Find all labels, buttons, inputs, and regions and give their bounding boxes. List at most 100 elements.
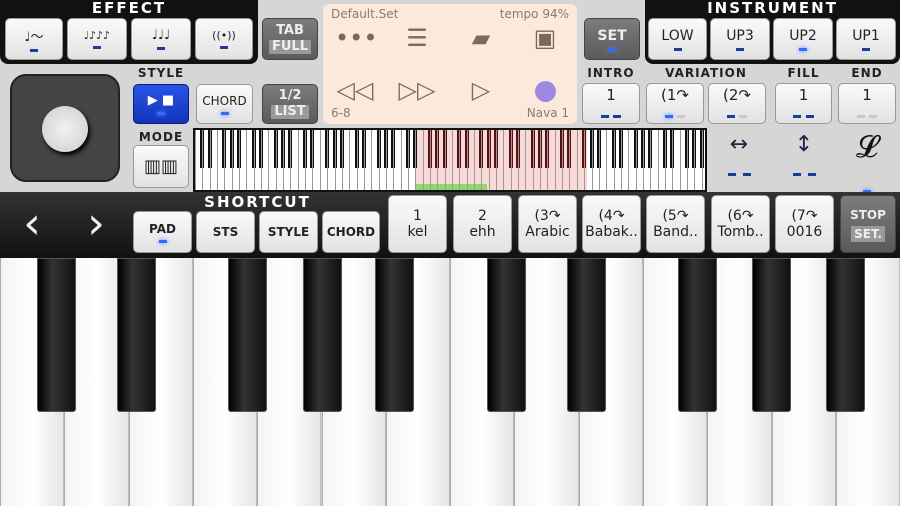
vibrato-icon: ((•)) bbox=[212, 29, 236, 42]
mini-white-key bbox=[209, 130, 211, 190]
end-button[interactable]: 1 bbox=[838, 83, 896, 124]
rewind-icon[interactable]: ◁◁ bbox=[335, 76, 375, 104]
black-key[interactable] bbox=[303, 258, 342, 412]
set-name: Default.Set bbox=[331, 7, 399, 21]
set-button[interactable]: SET bbox=[584, 18, 640, 60]
half-label: 1/2 bbox=[278, 88, 302, 103]
mini-white-key bbox=[488, 130, 490, 190]
mini-white-key bbox=[635, 130, 637, 190]
style-pad-4[interactable]: (4↷ Babak.. bbox=[582, 195, 641, 253]
next-arrow-icon[interactable]: › bbox=[76, 196, 116, 252]
mini-white-key bbox=[305, 130, 307, 190]
pad-name: Arabic bbox=[525, 224, 570, 240]
style-pad-6[interactable]: (6↷ Tomb.. bbox=[711, 195, 770, 253]
mini-white-key bbox=[268, 130, 270, 190]
folder-icon[interactable]: ▰ bbox=[461, 24, 501, 52]
pad-number: (5↷ bbox=[662, 208, 689, 224]
mini-white-key bbox=[701, 130, 703, 190]
instrument-title: INSTRUMENT bbox=[707, 0, 838, 17]
shortcut-sts-button[interactable]: STS bbox=[196, 211, 255, 253]
intro-button[interactable]: 1 bbox=[582, 83, 640, 124]
style-pad-2[interactable]: 2 ehh bbox=[453, 195, 512, 253]
variation-1-value: (1↷ bbox=[661, 85, 689, 104]
shortcut-style-button[interactable]: STYLE bbox=[259, 211, 318, 253]
mini-white-key bbox=[620, 130, 622, 190]
record-icon[interactable] bbox=[535, 81, 556, 102]
instrument-up3-button[interactable]: UP3 bbox=[710, 18, 770, 60]
mini-white-key bbox=[576, 130, 578, 190]
shortcut-title: SHORTCUT bbox=[204, 193, 311, 211]
mini-white-key bbox=[400, 130, 402, 190]
style-pad-7[interactable]: (7↷ 0016 bbox=[775, 195, 834, 253]
keyboard-width-icon[interactable]: ↔ bbox=[717, 132, 761, 182]
shortcut-pad-button[interactable]: PAD bbox=[133, 211, 192, 253]
style-pad-5[interactable]: (5↷ Band.. bbox=[646, 195, 705, 253]
instrument-up2-button[interactable]: UP2 bbox=[773, 18, 833, 60]
previous-arrow-icon[interactable]: ‹ bbox=[12, 196, 52, 252]
stop-set-button[interactable]: STOP SET. bbox=[840, 195, 896, 253]
keyboard-mode-icon: ▥▥ bbox=[143, 156, 178, 177]
mini-white-key bbox=[334, 130, 336, 190]
fast-forward-icon[interactable]: ▷▷ bbox=[397, 76, 437, 104]
mixer-icon[interactable]: ☰ bbox=[397, 24, 437, 52]
effect-repeat-button[interactable]: ♩♪♪♪ bbox=[67, 18, 127, 60]
set-label: SET bbox=[597, 27, 627, 44]
mini-white-key bbox=[327, 130, 329, 190]
intro-label: INTRO bbox=[587, 66, 635, 80]
mini-white-key bbox=[341, 130, 343, 190]
mini-white-key bbox=[246, 130, 248, 190]
chord-label: CHORD bbox=[202, 93, 247, 108]
style-pad-1[interactable]: 1 kel bbox=[388, 195, 447, 253]
instrument-low-button[interactable]: LOW bbox=[648, 18, 707, 60]
effect-triplet-button[interactable]: ♩♩♩ bbox=[131, 18, 191, 60]
mini-white-key bbox=[253, 130, 255, 190]
tempo[interactable]: tempo 94% bbox=[500, 7, 569, 21]
mode-button[interactable]: ▥▥ bbox=[133, 145, 189, 188]
variation-2-button[interactable]: (2↷ bbox=[708, 83, 766, 124]
black-key[interactable] bbox=[567, 258, 606, 412]
black-key[interactable] bbox=[826, 258, 865, 412]
effect-vibrato-button[interactable]: ((•)) bbox=[195, 18, 253, 60]
more-icon[interactable]: ••• bbox=[335, 24, 377, 52]
black-key[interactable] bbox=[117, 258, 156, 412]
black-key[interactable] bbox=[678, 258, 717, 412]
mini-white-key bbox=[363, 130, 365, 190]
style-pad-3[interactable]: (3↷ Arabic bbox=[518, 195, 577, 253]
joystick-knob[interactable] bbox=[42, 106, 88, 152]
fill-value: 1 bbox=[798, 85, 809, 104]
mini-white-key bbox=[297, 130, 299, 190]
fill-button[interactable]: 1 bbox=[775, 83, 832, 124]
meter: 6-8 bbox=[331, 106, 351, 120]
play-icon[interactable]: ▷ bbox=[461, 76, 501, 104]
pad-number: (6↷ bbox=[727, 208, 754, 224]
sustain-pedal-icon[interactable]: 𝓛 bbox=[845, 130, 889, 193]
keyboard-height-icon[interactable]: ↕ bbox=[782, 132, 826, 182]
mini-white-key bbox=[349, 130, 351, 190]
black-key[interactable] bbox=[487, 258, 526, 412]
style-start-stop-button[interactable]: ▶ ■ bbox=[133, 84, 189, 124]
effect-portamento-button[interactable]: ♩〜 bbox=[5, 18, 63, 60]
pitch-joystick-pad[interactable] bbox=[10, 74, 120, 182]
tab-full-button[interactable]: TAB FULL bbox=[262, 18, 318, 60]
style-shortcut-label: STYLE bbox=[267, 225, 310, 239]
black-key[interactable] bbox=[752, 258, 791, 412]
chord-button[interactable]: CHORD bbox=[196, 84, 253, 124]
mini-white-key bbox=[664, 130, 666, 190]
pad-number: 2 bbox=[478, 208, 487, 224]
variation-label: VARIATION bbox=[665, 66, 747, 80]
play-stop-icon: ▶ ■ bbox=[147, 93, 175, 108]
instrument-up1-button[interactable]: UP1 bbox=[836, 18, 896, 60]
black-key[interactable] bbox=[375, 258, 414, 412]
style-name: Nava 1 bbox=[526, 106, 569, 120]
mini-white-key bbox=[319, 130, 321, 190]
black-key[interactable] bbox=[228, 258, 267, 412]
shortcut-chord-button[interactable]: CHORD bbox=[322, 211, 380, 253]
keyboard-range-selector[interactable] bbox=[193, 128, 707, 192]
list-button[interactable]: 1/2 LIST bbox=[262, 84, 318, 124]
mini-white-key bbox=[642, 130, 644, 190]
save-icon[interactable]: ▣ bbox=[525, 24, 565, 52]
variation-1-button[interactable]: (1↷ bbox=[646, 83, 704, 124]
black-key[interactable] bbox=[37, 258, 76, 412]
pad-number: (4↷ bbox=[598, 208, 625, 224]
mini-white-key bbox=[393, 130, 395, 190]
